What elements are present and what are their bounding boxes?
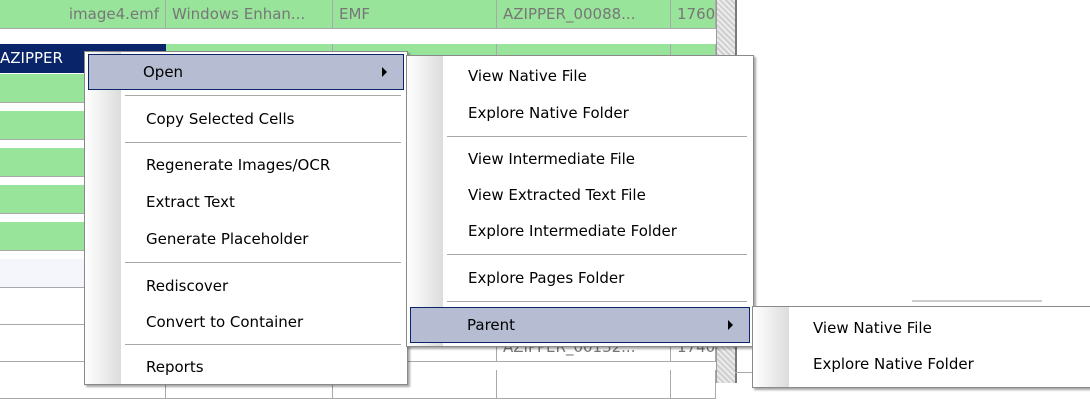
menu-item-explore-pages-folder[interactable]: Explore Pages Folder bbox=[410, 260, 750, 296]
menu-item-label: Extract Text bbox=[146, 193, 235, 211]
submenu-arrow-icon bbox=[382, 67, 387, 77]
menu-item-view-extracted-text-file[interactable]: View Extracted Text File bbox=[410, 177, 750, 213]
menu-item-label: Explore Pages Folder bbox=[468, 269, 625, 287]
menu-separator bbox=[125, 262, 401, 263]
divider bbox=[912, 300, 1042, 302]
menu-item-label: Convert to Container bbox=[146, 313, 304, 331]
menu-separator bbox=[447, 254, 747, 255]
submenu-arrow-icon bbox=[728, 320, 733, 330]
menu-item-explore-intermediate-folder[interactable]: Explore Intermediate Folder bbox=[410, 213, 750, 249]
menu-item-label: Regenerate Images/OCR bbox=[146, 156, 331, 174]
menu-item-regenerate-images-ocr[interactable]: Regenerate Images/OCR bbox=[88, 147, 404, 183]
menu-item-label: View Native File bbox=[813, 319, 932, 337]
open-submenu: View Native File Explore Native Folder V… bbox=[406, 55, 754, 347]
menu-item-copy-selected-cells[interactable]: Copy Selected Cells bbox=[88, 101, 404, 137]
menu-item-label: View Native File bbox=[468, 67, 587, 85]
menu-item-label: Explore Native Folder bbox=[813, 355, 974, 373]
menu-separator bbox=[447, 136, 747, 137]
menu-item-view-native-file[interactable]: View Native File bbox=[410, 58, 750, 94]
menu-item-label: Explore Intermediate Folder bbox=[468, 222, 677, 240]
grid-cell[interactable]: 1760 bbox=[671, 0, 716, 29]
menu-separator bbox=[125, 95, 401, 96]
grid-cell[interactable] bbox=[497, 370, 671, 399]
menu-item-label: Rediscover bbox=[146, 277, 229, 295]
menu-item-generate-placeholder[interactable]: Generate Placeholder bbox=[88, 221, 404, 257]
menu-item-open[interactable]: Open bbox=[88, 54, 404, 90]
parent-submenu: View Native File Explore Native Folder bbox=[752, 306, 1090, 388]
menu-item-label: Parent bbox=[467, 316, 516, 334]
grid-cell[interactable]: EMF bbox=[333, 0, 497, 29]
menu-item-convert-to-container[interactable]: Convert to Container bbox=[88, 304, 404, 340]
menu-item-label: Copy Selected Cells bbox=[146, 110, 295, 128]
context-menu: Open Copy Selected Cells Regenerate Imag… bbox=[84, 51, 408, 385]
menu-item-label: Open bbox=[143, 63, 184, 81]
menu-separator bbox=[125, 344, 401, 345]
menu-item-label: View Extracted Text File bbox=[468, 186, 646, 204]
menu-item-label: View Intermediate File bbox=[468, 150, 636, 168]
grid-cell[interactable] bbox=[671, 370, 716, 399]
menu-item-label: Explore Native Folder bbox=[468, 104, 629, 122]
menu-separator bbox=[447, 301, 747, 302]
menu-item-label: Reports bbox=[146, 358, 204, 376]
menu-item-rediscover[interactable]: Rediscover bbox=[88, 268, 404, 304]
menu-item-view-native-file[interactable]: View Native File bbox=[756, 310, 1090, 346]
menu-item-reports[interactable]: Reports bbox=[88, 349, 404, 385]
menu-item-explore-native-folder[interactable]: Explore Native Folder bbox=[410, 95, 750, 131]
menu-item-view-intermediate-file[interactable]: View Intermediate File bbox=[410, 141, 750, 177]
menu-item-explore-native-folder[interactable]: Explore Native Folder bbox=[756, 346, 1090, 382]
menu-item-extract-text[interactable]: Extract Text bbox=[88, 184, 404, 220]
menu-item-label: Generate Placeholder bbox=[146, 230, 309, 248]
menu-separator bbox=[125, 142, 401, 143]
grid-cell[interactable]: Windows Enhan... bbox=[166, 0, 333, 29]
grid-cell[interactable]: AZIPPER_00088... bbox=[497, 0, 671, 29]
grid-row[interactable]: image4.emf Windows Enhan... EMF AZIPPER_… bbox=[0, 0, 734, 30]
grid-cell[interactable]: image4.emf bbox=[0, 0, 166, 29]
menu-item-parent[interactable]: Parent bbox=[410, 307, 750, 343]
